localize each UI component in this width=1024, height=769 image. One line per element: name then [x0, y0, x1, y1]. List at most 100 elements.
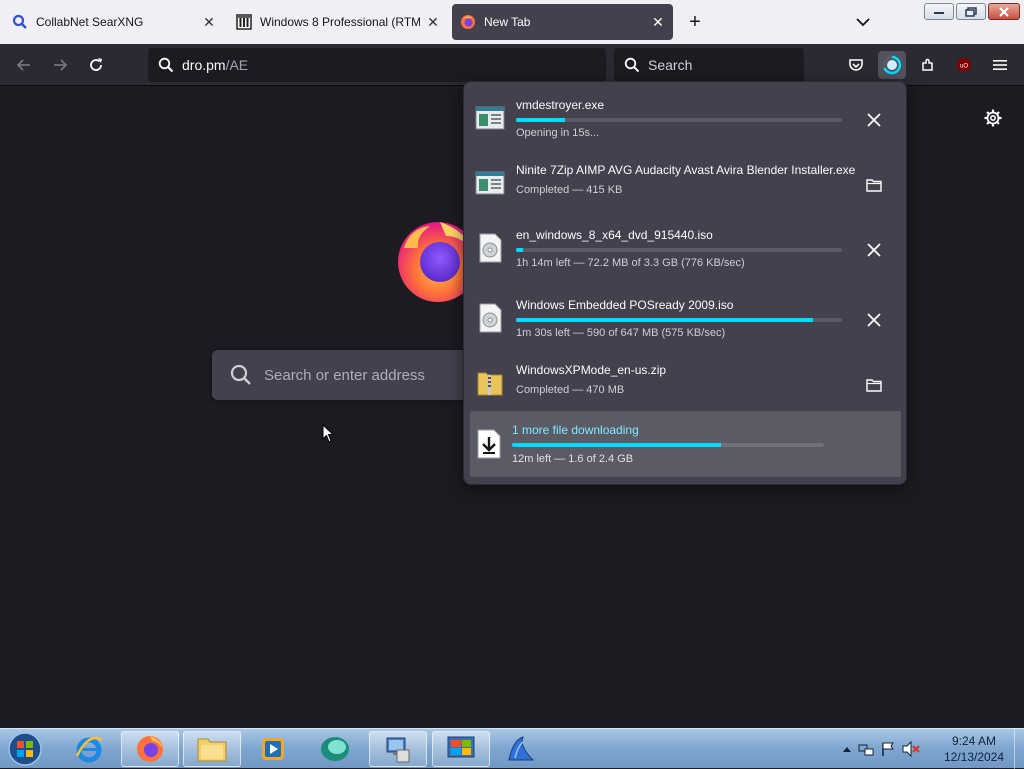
- downloads-panel: vmdestroyer.exe Opening in 15s... Ninite…: [463, 81, 907, 485]
- search-bar-placeholder: Search: [648, 57, 693, 73]
- download-item[interactable]: WindowsXPMode_en-us.zip Completed — 470 …: [470, 353, 902, 417]
- control-panel-icon: [383, 734, 413, 764]
- start-button[interactable]: [4, 731, 46, 767]
- network-icon[interactable]: [858, 741, 874, 757]
- taskbar-file-explorer[interactable]: [183, 731, 241, 767]
- reload-button[interactable]: [82, 51, 110, 79]
- app-shell-icon: [505, 734, 537, 764]
- archive-icon: [236, 14, 252, 30]
- firefox-icon: [135, 734, 165, 764]
- search-icon: [230, 364, 252, 386]
- taskbar-control-panel[interactable]: [369, 731, 427, 767]
- system-tray: [842, 735, 920, 763]
- download-progress-bar: [516, 318, 842, 322]
- mouse-cursor-icon: [322, 423, 335, 447]
- show-in-folder-button[interactable]: [860, 371, 888, 399]
- download-item[interactable]: vmdestroyer.exe Opening in 15s...: [470, 88, 902, 152]
- tab-title: Windows 8 Professional (RTM) [: [260, 15, 420, 29]
- disc-image-file-icon: [474, 302, 506, 334]
- navigation-toolbar: dro.pm/AE Search uO: [0, 44, 1024, 86]
- search-bar[interactable]: Search: [614, 48, 804, 82]
- taskbar-firefox[interactable]: [121, 731, 179, 767]
- search-icon: [624, 57, 640, 73]
- app-icon: [319, 734, 351, 764]
- forward-button[interactable]: [46, 51, 74, 79]
- download-item[interactable]: Ninite 7Zip AIMP AVG Audacity Avast Avir…: [470, 153, 902, 217]
- svg-text:uO: uO: [960, 64, 968, 70]
- disc-image-file-icon: [474, 232, 506, 264]
- internet-explorer-icon: [74, 734, 104, 764]
- taskbar-clock[interactable]: 9:24 AM 12/13/2024: [936, 733, 1012, 765]
- executable-file-icon: [474, 167, 506, 199]
- taskbar-remote-desktop[interactable]: [432, 731, 490, 767]
- newtab-search-placeholder: Search or enter address: [264, 366, 425, 384]
- zip-folder-icon: [474, 367, 506, 399]
- list-all-tabs-button[interactable]: [849, 8, 877, 36]
- tab-searxng[interactable]: CollabNet SearXNG ✕: [4, 4, 224, 40]
- taskbar-app-shell[interactable]: [492, 731, 550, 767]
- download-status: Completed — 415 KB: [516, 184, 623, 196]
- more-downloads-item[interactable]: 1 more file downloading 12m left — 1.6 o…: [470, 411, 901, 477]
- download-status: 1h 14m left — 72.2 MB of 3.3 GB (776 KB/…: [516, 257, 745, 269]
- cancel-download-button[interactable]: [860, 236, 888, 264]
- back-button[interactable]: [10, 51, 38, 79]
- download-filename: en_windows_8_x64_dvd_915440.iso: [516, 228, 713, 242]
- url-host: dro.pm: [182, 57, 226, 73]
- show-hidden-icons-button[interactable]: [842, 745, 852, 753]
- tab-strip: CollabNet SearXNG ✕ Windows 8 Profession…: [0, 0, 1024, 44]
- clock-date: 12/13/2024: [943, 750, 1005, 764]
- firefox-icon: [460, 14, 476, 30]
- maximize-button[interactable]: [956, 3, 986, 20]
- tab-title: New Tab: [484, 15, 531, 29]
- download-progress-bar: [516, 248, 842, 252]
- cancel-download-button[interactable]: [860, 306, 888, 334]
- show-desktop-button[interactable]: [1014, 729, 1024, 769]
- executable-file-icon: [474, 102, 506, 134]
- close-tab-icon[interactable]: ✕: [651, 14, 665, 30]
- window-controls: [924, 3, 1020, 20]
- cancel-download-button[interactable]: [860, 106, 888, 134]
- volume-muted-icon[interactable]: [902, 741, 920, 757]
- search-icon: [158, 57, 174, 73]
- url-path: /AE: [225, 57, 249, 73]
- download-arrow-icon: [474, 428, 504, 460]
- download-progress-bar: [516, 118, 842, 122]
- download-status: Opening in 15s...: [516, 127, 600, 139]
- download-filename: WindowsXPMode_en-us.zip: [516, 363, 667, 377]
- show-in-folder-button[interactable]: [860, 171, 888, 199]
- more-downloads-label[interactable]: 1 more file downloading: [512, 423, 639, 437]
- taskbar-app[interactable]: [306, 731, 364, 767]
- menu-icon[interactable]: [986, 51, 1014, 79]
- taskbar-media-player[interactable]: [244, 731, 302, 767]
- tab-new-tab[interactable]: New Tab ✕: [452, 4, 673, 40]
- tab-title: CollabNet SearXNG: [36, 15, 144, 29]
- pocket-button[interactable]: [842, 51, 870, 79]
- download-status: 1m 30s left — 590 of 647 MB (575 KB/sec): [516, 327, 726, 339]
- windows-taskbar: 9:24 AM 12/13/2024: [0, 728, 1024, 769]
- extensions-button[interactable]: [914, 51, 942, 79]
- ublock-icon[interactable]: uO: [950, 51, 978, 79]
- tab-windows8[interactable]: Windows 8 Professional (RTM) [ ✕: [228, 4, 448, 40]
- download-item[interactable]: Windows Embedded POSready 2009.iso 1m 30…: [470, 288, 902, 352]
- downloads-button[interactable]: [878, 51, 906, 79]
- remote-desktop-icon: [445, 734, 477, 764]
- search-icon: [12, 14, 28, 30]
- action-center-flag-icon[interactable]: [880, 741, 896, 757]
- clock-time: 9:24 AM: [951, 734, 997, 748]
- taskbar-internet-explorer[interactable]: [60, 731, 118, 767]
- close-window-button[interactable]: [988, 3, 1020, 20]
- url-bar[interactable]: dro.pm/AE: [148, 48, 606, 82]
- minimize-button[interactable]: [924, 3, 954, 20]
- close-tab-icon[interactable]: ✕: [202, 14, 216, 30]
- download-filename: Windows Embedded POSready 2009.iso: [516, 298, 734, 312]
- download-status: Completed — 470 MB: [516, 384, 625, 396]
- gear-icon[interactable]: [980, 105, 1006, 131]
- close-tab-icon[interactable]: ✕: [426, 14, 440, 30]
- download-item[interactable]: en_windows_8_x64_dvd_915440.iso 1h 14m l…: [470, 218, 902, 282]
- download-filename: Ninite 7Zip AIMP AVG Audacity Avast Avir…: [516, 163, 856, 177]
- file-explorer-icon: [196, 735, 228, 763]
- more-downloads-progress-bar: [512, 443, 824, 447]
- download-filename: vmdestroyer.exe: [516, 98, 605, 112]
- new-tab-button[interactable]: +: [681, 8, 709, 36]
- media-player-icon: [259, 735, 287, 763]
